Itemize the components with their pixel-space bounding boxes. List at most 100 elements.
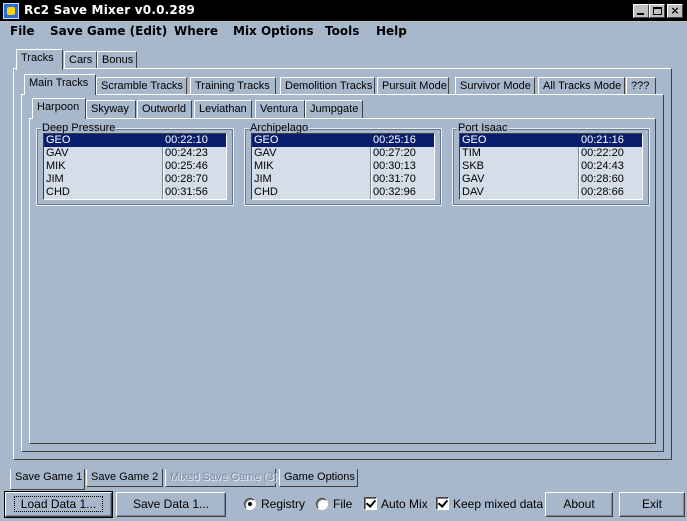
row-time: 00:25:16 xyxy=(373,134,416,146)
tab-mixed-save-game[interactable]: Mixed Save Game (3) xyxy=(165,469,277,487)
list-row[interactable]: GAV 00:28:60 xyxy=(460,173,642,186)
close-icon: × xyxy=(670,4,680,17)
tab-ventura[interactable]: Ventura xyxy=(255,100,305,118)
list-row[interactable]: GEO 00:21:16 xyxy=(460,134,642,147)
list-row[interactable]: GEO 00:22:10 xyxy=(44,134,226,147)
tab-game-options-label: Game Options xyxy=(284,471,355,483)
list-row[interactable]: GAV 00:27:20 xyxy=(252,147,434,160)
row-time: 00:31:70 xyxy=(373,173,416,185)
row-name: JIM xyxy=(254,173,272,185)
menu-where[interactable]: Where xyxy=(174,24,218,38)
list-row[interactable]: JIM 00:28:70 xyxy=(44,173,226,186)
row-time: 00:31:56 xyxy=(165,186,208,198)
row-name: GEO xyxy=(254,134,279,146)
list-row[interactable]: CHD 00:32:96 xyxy=(252,186,434,199)
list-deep-pressure[interactable]: GEO 00:22:10 GAV 00:24:23 MIK 00:25:46 JIM 0… xyxy=(43,133,227,200)
list-row[interactable]: TIM 00:22:20 xyxy=(460,147,642,160)
tab-save-game-1-label: Save Game 1 xyxy=(15,471,83,483)
menu-file[interactable]: File xyxy=(10,24,35,38)
registry-radio[interactable] xyxy=(244,498,256,510)
tab-leviathan[interactable]: Leviathan xyxy=(194,100,252,118)
tab-skyway[interactable]: Skyway xyxy=(86,100,136,118)
tab-bonus-label: Bonus xyxy=(102,54,134,66)
row-time: 00:22:10 xyxy=(165,134,208,146)
close-button[interactable]: × xyxy=(667,4,683,18)
row-time: 00:25:46 xyxy=(165,160,208,172)
list-row[interactable]: DAV 00:28:66 xyxy=(460,186,642,199)
list-row[interactable]: SKB 00:24:43 xyxy=(460,160,642,173)
tab-pursuit-label: Pursuit Mode xyxy=(382,80,447,92)
app-icon[interactable] xyxy=(3,3,19,19)
load-data-button[interactable]: Load Data 1... xyxy=(4,491,113,518)
tab-harpoon[interactable]: Harpoon xyxy=(32,98,86,119)
tab-cars[interactable]: Cars xyxy=(64,51,97,69)
row-time: 00:28:60 xyxy=(581,173,624,185)
list-row[interactable]: GEO 00:25:16 xyxy=(252,134,434,147)
tab-all-tracks-label: All Tracks Mode xyxy=(543,80,622,92)
auto-mix-label[interactable]: Auto Mix xyxy=(381,497,428,511)
tab-skyway-label: Skyway xyxy=(91,103,129,115)
menu-save-game[interactable]: Save Game (Edit) xyxy=(50,24,167,38)
menu-bar: File Save Game (Edit) Where Mix Options … xyxy=(0,22,687,41)
tab-training-tracks[interactable]: Training Tracks xyxy=(190,77,276,95)
tab-leviathan-label: Leviathan xyxy=(199,103,247,115)
tab-pursuit-mode[interactable]: Pursuit Mode xyxy=(377,77,449,95)
exit-button[interactable]: Exit xyxy=(619,492,685,517)
row-time: 00:30:13 xyxy=(373,160,416,172)
minimize-button[interactable] xyxy=(633,4,649,18)
menu-mix-options[interactable]: Mix Options xyxy=(233,24,314,38)
row-name: GAV xyxy=(46,147,69,159)
tab-training-label: Training Tracks xyxy=(195,80,270,92)
file-radio[interactable] xyxy=(316,498,328,510)
list-port-isaac[interactable]: GEO 00:21:16 TIM 00:22:20 SKB 00:24:43 GAV 0… xyxy=(459,133,643,200)
list-row[interactable]: MIK 00:25:46 xyxy=(44,160,226,173)
save-data-button[interactable]: Save Data 1... xyxy=(116,492,226,517)
exit-label: Exit xyxy=(641,497,662,511)
title-bar[interactable]: Rc2 Save Mixer v0.0.289 × xyxy=(0,0,687,22)
row-name: GEO xyxy=(46,134,71,146)
row-time: 00:24:23 xyxy=(165,147,208,159)
list-row[interactable]: JIM 00:31:70 xyxy=(252,173,434,186)
row-time: 00:22:20 xyxy=(581,147,624,159)
list-row[interactable]: MIK 00:30:13 xyxy=(252,160,434,173)
maximize-button[interactable] xyxy=(649,4,665,18)
file-label[interactable]: File xyxy=(333,497,352,511)
tab-demolition-label: Demolition Tracks xyxy=(285,80,373,92)
list-row[interactable]: GAV 00:24:23 xyxy=(44,147,226,160)
load-data-label: Load Data 1... xyxy=(13,496,104,512)
tab-game-options[interactable]: Game Options xyxy=(279,469,358,487)
keep-mixed-label[interactable]: Keep mixed data xyxy=(453,497,543,511)
row-name: GEO xyxy=(462,134,487,146)
tab-main-tracks[interactable]: Main Tracks xyxy=(24,74,96,95)
tab-save-game-2[interactable]: Save Game 2 xyxy=(86,469,163,487)
tab-tracks[interactable]: Tracks xyxy=(16,49,63,70)
list-row[interactable]: CHD 00:31:56 xyxy=(44,186,226,199)
row-name: SKB xyxy=(462,160,485,172)
tab-save-game-1[interactable]: Save Game 1 xyxy=(10,469,85,490)
registry-label[interactable]: Registry xyxy=(261,497,305,511)
about-button[interactable]: About xyxy=(545,492,613,517)
tab-unknown-label: ??? xyxy=(631,80,650,92)
tab-jumpgate[interactable]: Jumpgate xyxy=(305,100,363,118)
row-time: 00:28:66 xyxy=(581,186,624,198)
tab-outworld[interactable]: Outworld xyxy=(137,100,192,118)
row-name: DAV xyxy=(462,186,484,198)
tab-main-tracks-label: Main Tracks xyxy=(29,77,89,89)
tab-bonus[interactable]: Bonus xyxy=(97,51,137,69)
tab-all-tracks-mode[interactable]: All Tracks Mode xyxy=(538,77,625,95)
list-archipelago[interactable]: GEO 00:25:16 GAV 00:27:20 MIK 00:30:13 JIM 0… xyxy=(251,133,435,200)
window-title: Rc2 Save Mixer v0.0.289 xyxy=(24,3,196,17)
keep-mixed-checkbox[interactable] xyxy=(436,497,449,510)
tab-demolition-tracks[interactable]: Demolition Tracks xyxy=(280,77,375,95)
menu-help[interactable]: Help xyxy=(376,24,407,38)
row-name: TIM xyxy=(462,147,481,159)
row-name: MIK xyxy=(254,160,274,172)
auto-mix-checkbox[interactable] xyxy=(364,497,377,510)
tab-jumpgate-label: Jumpgate xyxy=(310,103,359,115)
tab-scramble-tracks[interactable]: Scramble Tracks xyxy=(96,77,187,95)
row-name: JIM xyxy=(46,173,64,185)
tab-survivor-mode[interactable]: Survivor Mode xyxy=(455,77,535,95)
tab-unknown[interactable]: ??? xyxy=(626,77,656,95)
tab-save-game-2-label: Save Game 2 xyxy=(91,471,159,483)
menu-tools[interactable]: Tools xyxy=(325,24,359,38)
